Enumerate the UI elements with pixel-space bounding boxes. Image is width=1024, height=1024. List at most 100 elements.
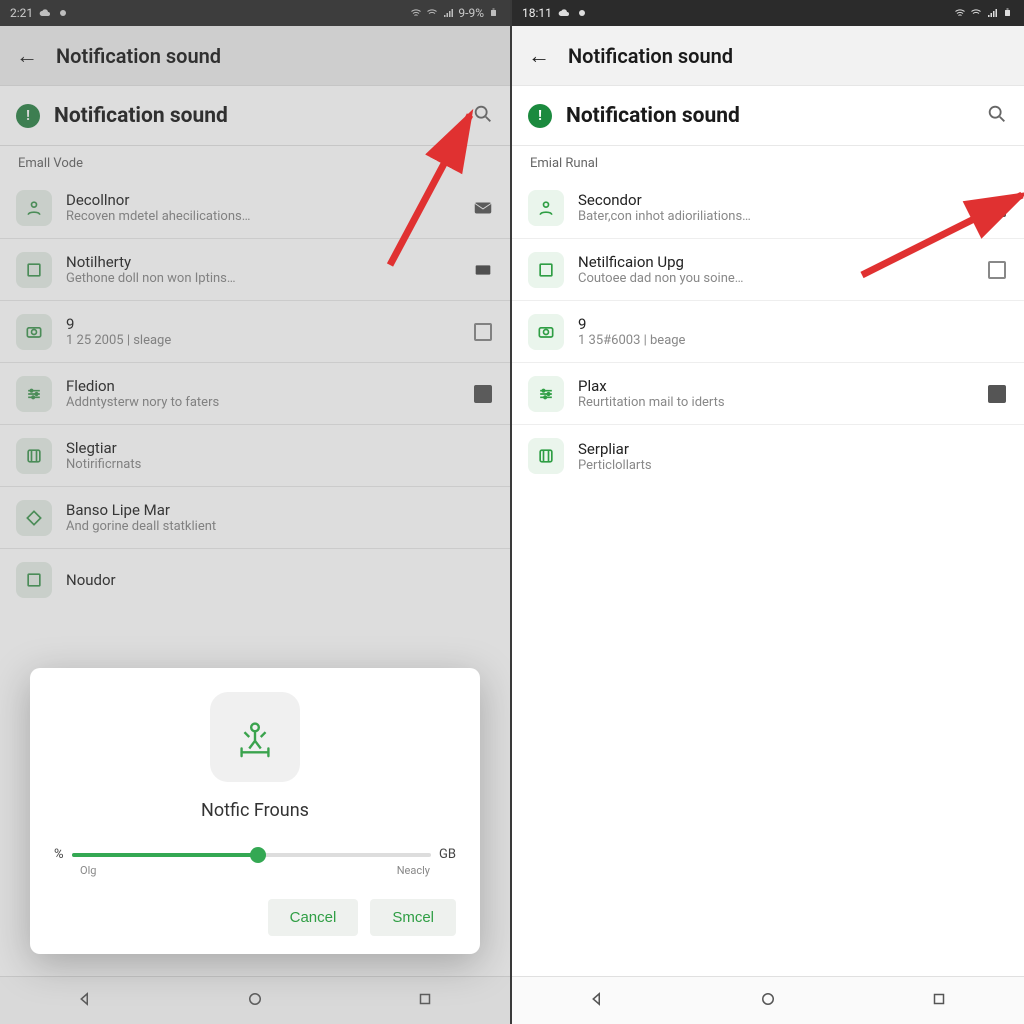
row-title: Slegtiar bbox=[66, 439, 458, 457]
wifi-icon bbox=[970, 7, 982, 19]
mail-icon bbox=[472, 197, 494, 219]
page-title: Notification sound bbox=[568, 44, 733, 68]
dialog-title: Notfic Frouns bbox=[201, 800, 309, 821]
checkbox[interactable] bbox=[986, 383, 1008, 405]
cloud-icon bbox=[558, 7, 570, 19]
row-title: Secondor bbox=[578, 191, 972, 209]
app-header: ← Notification sound bbox=[0, 26, 510, 86]
row-subtitle: 1 35#6003 | beage bbox=[578, 333, 972, 348]
circle-icon bbox=[576, 7, 588, 19]
row-subtitle: And gorine deall statklient bbox=[66, 519, 458, 534]
volume-slider[interactable] bbox=[72, 853, 432, 857]
list-item[interactable]: SlegtiarNotirificrnats bbox=[0, 425, 510, 487]
row-title: 9 bbox=[578, 315, 972, 333]
confirm-button[interactable]: Smcel bbox=[370, 899, 456, 936]
settings-list: SecondorBater,con inhot adioriliations… … bbox=[512, 177, 1024, 577]
info-icon: ! bbox=[16, 104, 40, 128]
sub-title: Notification sound bbox=[566, 104, 972, 128]
back-icon[interactable]: ← bbox=[528, 43, 550, 69]
sliders-icon bbox=[16, 376, 52, 412]
list-item[interactable]: SerpliarPerticlollarts bbox=[512, 425, 1024, 487]
wifi-icon bbox=[954, 7, 966, 19]
row-title: Decollnor bbox=[66, 191, 458, 209]
list-item[interactable]: Noudor bbox=[0, 549, 510, 611]
row-subtitle: Recoven mdetel ahecilications… bbox=[66, 209, 458, 224]
person-icon bbox=[16, 190, 52, 226]
volume-dialog: Notfic Frouns % GB Olg Neacly Cancel Smc… bbox=[30, 668, 480, 954]
square-icon bbox=[16, 252, 52, 288]
mail-icon bbox=[472, 259, 494, 281]
slider-max-label: Neacly bbox=[397, 864, 430, 877]
checkbox[interactable] bbox=[986, 259, 1008, 281]
nav-home-icon[interactable] bbox=[246, 990, 264, 1012]
row-title: Netilficaion Upg bbox=[578, 253, 972, 271]
android-nav-bar bbox=[0, 976, 510, 1024]
frame-icon bbox=[16, 438, 52, 474]
list-item[interactable]: Netilficaion UpgCoutoee dad non you soin… bbox=[512, 239, 1024, 301]
sub-header: ! Notification sound bbox=[512, 86, 1024, 146]
section-label: Emial Runal bbox=[512, 146, 1024, 177]
checkbox[interactable] bbox=[986, 197, 1008, 219]
row-subtitle: Perticlollarts bbox=[578, 458, 972, 473]
info-icon: ! bbox=[528, 104, 552, 128]
square-icon bbox=[16, 562, 52, 598]
app-header: ← Notification sound bbox=[512, 26, 1024, 86]
back-icon[interactable]: ← bbox=[16, 43, 38, 69]
sub-title: Notification sound bbox=[54, 104, 458, 128]
camera-icon bbox=[528, 314, 564, 350]
checkbox[interactable] bbox=[472, 321, 494, 343]
nav-recents-icon[interactable] bbox=[416, 990, 434, 1012]
list-item[interactable]: Banso Lipe MarAnd gorine deall statklien… bbox=[0, 487, 510, 549]
frame-icon bbox=[528, 438, 564, 474]
checkbox[interactable] bbox=[472, 383, 494, 405]
list-item[interactable]: PlaxReurtitation mail to iderts bbox=[512, 363, 1024, 425]
nav-home-icon[interactable] bbox=[759, 990, 777, 1012]
row-title: Noudor bbox=[66, 571, 458, 589]
slider-left-unit: % bbox=[54, 847, 64, 862]
slider-right-unit: GB bbox=[439, 847, 456, 862]
signal-icon bbox=[442, 7, 454, 19]
row-title: Plax bbox=[578, 377, 972, 395]
battery-icon bbox=[488, 7, 500, 19]
status-battery: 9-9% bbox=[458, 6, 484, 20]
wifi-icon bbox=[410, 7, 422, 19]
cloud-icon bbox=[39, 7, 51, 19]
square-icon bbox=[528, 252, 564, 288]
slider-min-label: Olg bbox=[80, 864, 96, 877]
status-bar: 2:21 9-9% bbox=[0, 0, 510, 26]
signal-icon bbox=[986, 7, 998, 19]
sub-header: ! Notification sound bbox=[0, 86, 510, 146]
list-item[interactable]: NotilhertyGethone doll non won Iptins… bbox=[0, 239, 510, 301]
row-title: Fledion bbox=[66, 377, 458, 395]
row-subtitle: Gethone doll non won Iptins… bbox=[66, 271, 458, 286]
list-item[interactable]: 91 35#6003 | beage bbox=[512, 301, 1024, 363]
hand-icon bbox=[57, 7, 69, 19]
list-item[interactable]: SecondorBater,con inhot adioriliations… bbox=[512, 177, 1024, 239]
volume-figure-icon bbox=[210, 692, 300, 782]
list-item[interactable]: DecollnorRecoven mdetel ahecilications… bbox=[0, 177, 510, 239]
row-subtitle: Reurtitation mail to iderts bbox=[578, 395, 972, 410]
camera-icon bbox=[16, 314, 52, 350]
list-item[interactable]: FledionAddntysterw nory to faters bbox=[0, 363, 510, 425]
search-icon[interactable] bbox=[472, 103, 494, 129]
diamond-icon bbox=[16, 500, 52, 536]
row-title: Banso Lipe Mar bbox=[66, 501, 458, 519]
nav-back-icon[interactable] bbox=[76, 990, 94, 1012]
row-title: 9 bbox=[66, 315, 458, 333]
cancel-button[interactable]: Cancel bbox=[268, 899, 359, 936]
battery-icon bbox=[1002, 7, 1014, 19]
page-title: Notification sound bbox=[56, 44, 221, 68]
section-label: Emall Vode bbox=[0, 146, 510, 177]
nav-recents-icon[interactable] bbox=[930, 990, 948, 1012]
row-subtitle: Notirificrnats bbox=[66, 457, 458, 472]
sliders-icon bbox=[528, 376, 564, 412]
list-item[interactable]: 91 25 2005 | sleage bbox=[0, 301, 510, 363]
row-subtitle: Coutoee dad non you soine… bbox=[578, 271, 972, 286]
status-time: 18:11 bbox=[522, 6, 552, 20]
row-title: Notilherty bbox=[66, 253, 458, 271]
row-subtitle: Bater,con inhot adioriliations… bbox=[578, 209, 972, 224]
search-icon[interactable] bbox=[986, 103, 1008, 129]
wifi-icon bbox=[426, 7, 438, 19]
status-bar: 18:11 bbox=[512, 0, 1024, 26]
nav-back-icon[interactable] bbox=[588, 990, 606, 1012]
